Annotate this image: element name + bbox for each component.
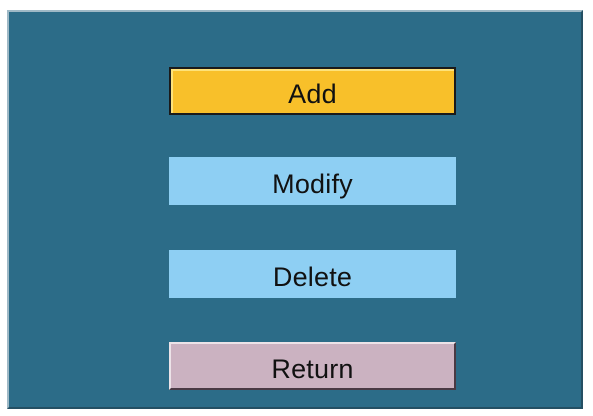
return-button-label: Return bbox=[271, 353, 354, 384]
modify-button[interactable]: Modify bbox=[169, 157, 456, 205]
add-button[interactable]: Add bbox=[169, 67, 456, 115]
screen: Add Modify Delete Return bbox=[0, 0, 593, 416]
add-button-label: Add bbox=[288, 78, 337, 109]
modify-button-label: Modify bbox=[272, 168, 353, 199]
return-button[interactable]: Return bbox=[169, 342, 456, 390]
menu-panel: Add Modify Delete Return bbox=[7, 10, 583, 409]
delete-button-label: Delete bbox=[272, 261, 353, 292]
delete-button[interactable]: Delete bbox=[169, 250, 456, 298]
